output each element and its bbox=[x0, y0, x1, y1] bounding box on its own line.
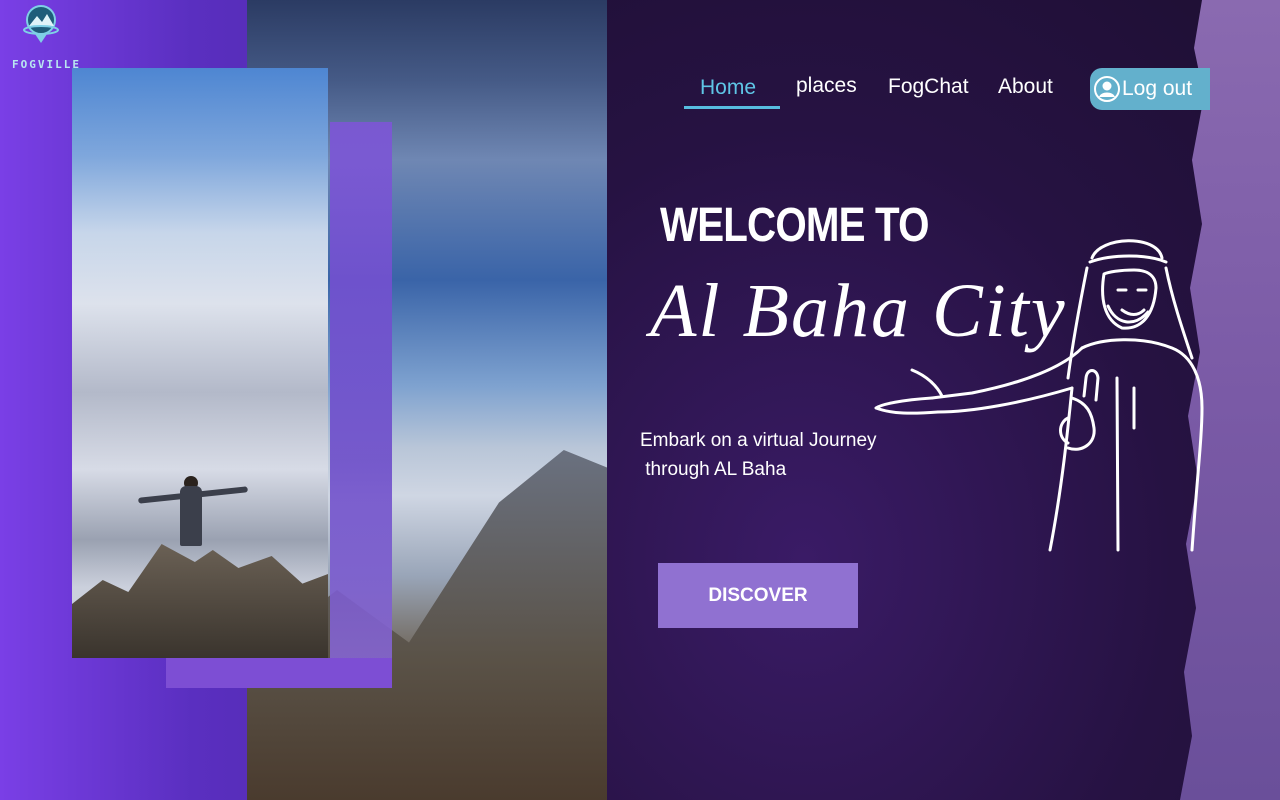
fogville-logo[interactable]: FOGVILLE bbox=[12, 2, 82, 74]
fogville-logo-icon bbox=[23, 5, 59, 43]
nav-home[interactable]: Home bbox=[700, 76, 756, 100]
logo-text: FOGVILLE bbox=[12, 58, 81, 71]
logout-button[interactable]: Log out bbox=[1090, 68, 1210, 110]
rock-peak bbox=[72, 544, 328, 658]
user-icon bbox=[1094, 76, 1120, 102]
nav-home-active-indicator bbox=[684, 106, 780, 109]
purple-accent-bar bbox=[166, 658, 392, 688]
discover-button[interactable]: DISCOVER bbox=[658, 563, 858, 628]
hiker bbox=[180, 486, 202, 546]
logout-label: Log out bbox=[1122, 77, 1193, 100]
hiker-on-summit-photo bbox=[72, 68, 328, 658]
nav-fogchat[interactable]: FogChat bbox=[888, 75, 969, 99]
welcoming-man-illustration bbox=[874, 239, 1204, 552]
nav-places[interactable]: places bbox=[796, 74, 857, 98]
purple-overlay-strip bbox=[330, 122, 392, 688]
nav-about[interactable]: About bbox=[998, 75, 1053, 99]
